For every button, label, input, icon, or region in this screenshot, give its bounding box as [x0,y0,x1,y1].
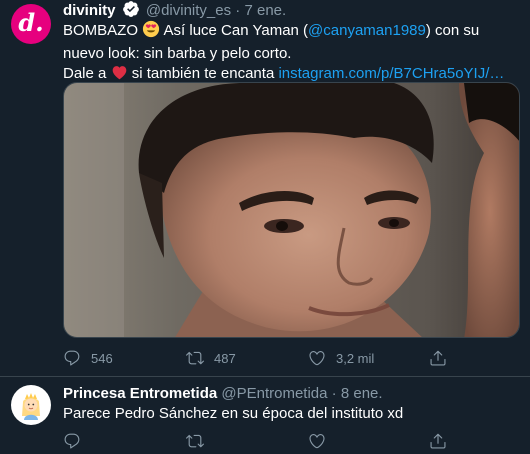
retweet-count: 487 [214,350,236,366]
tweet-header: Princesa Entrometida @PEntrometida · 8 e… [63,384,383,404]
tweet-date[interactable]: 7 ene. [244,2,286,19]
like-button[interactable]: 3,2 mil [308,348,374,368]
reply-button[interactable] [63,431,81,451]
tweet-date[interactable]: 8 ene. [341,385,383,402]
text-part: BOMBAZO [63,22,143,39]
like-icon [309,351,325,366]
princess-emoji-icon [22,393,40,420]
author-name[interactable]: divinity [63,2,116,19]
instagram-link[interactable]: instagram.com/p/B7CHra5oYIJ/… [278,65,504,82]
text-part: si también te encanta [127,65,279,82]
share-icon [430,350,446,366]
retweet-button[interactable] [186,431,204,451]
tweet-actions [63,431,523,451]
retweet-button[interactable]: 487 [186,348,236,368]
author-name[interactable]: Princesa Entrometida [63,385,217,402]
divinity-logo: d. [18,8,44,37]
avatar-princesa[interactable] [11,385,51,425]
tweet-actions: 546 487 3,2 mil [63,348,523,368]
tweet-reply-princesa[interactable]: Princesa Entrometida @PEntrometida · 8 e… [0,377,530,454]
retweet-icon [186,351,204,365]
tweet-photo[interactable] [63,82,520,338]
share-button[interactable] [429,431,447,451]
like-button[interactable] [308,431,326,451]
like-icon [309,434,325,449]
like-count: 3,2 mil [336,350,375,366]
share-button[interactable] [429,348,447,368]
reply-count: 546 [91,350,113,366]
tweet-divinity[interactable]: d. divinity @divinity_es · 7 ene. BOMBAZ… [0,0,530,377]
retweet-icon [186,434,204,448]
reply-icon [64,350,80,366]
heart-eyes-emoji [142,20,160,44]
author-handle[interactable]: @divinity_es [146,2,231,19]
tweet-text: Parece Pedro Sánchez en su época del ins… [63,405,404,422]
separator-dot: · [331,385,337,402]
mention-link[interactable]: @canyaman1989 [308,22,426,39]
tweet-text: BOMBAZO Así luce Can Yaman (@canyaman198… [63,20,523,87]
text-part: Así luce Can Yaman ( [160,22,309,39]
text-part: Dale a [63,65,111,82]
reply-button[interactable]: 546 [63,348,113,368]
reply-icon [64,433,80,449]
avatar-divinity[interactable]: d. [11,4,51,44]
share-icon [430,433,446,449]
separator-dot: · [235,2,241,19]
author-handle[interactable]: @PEntrometida [221,385,327,402]
